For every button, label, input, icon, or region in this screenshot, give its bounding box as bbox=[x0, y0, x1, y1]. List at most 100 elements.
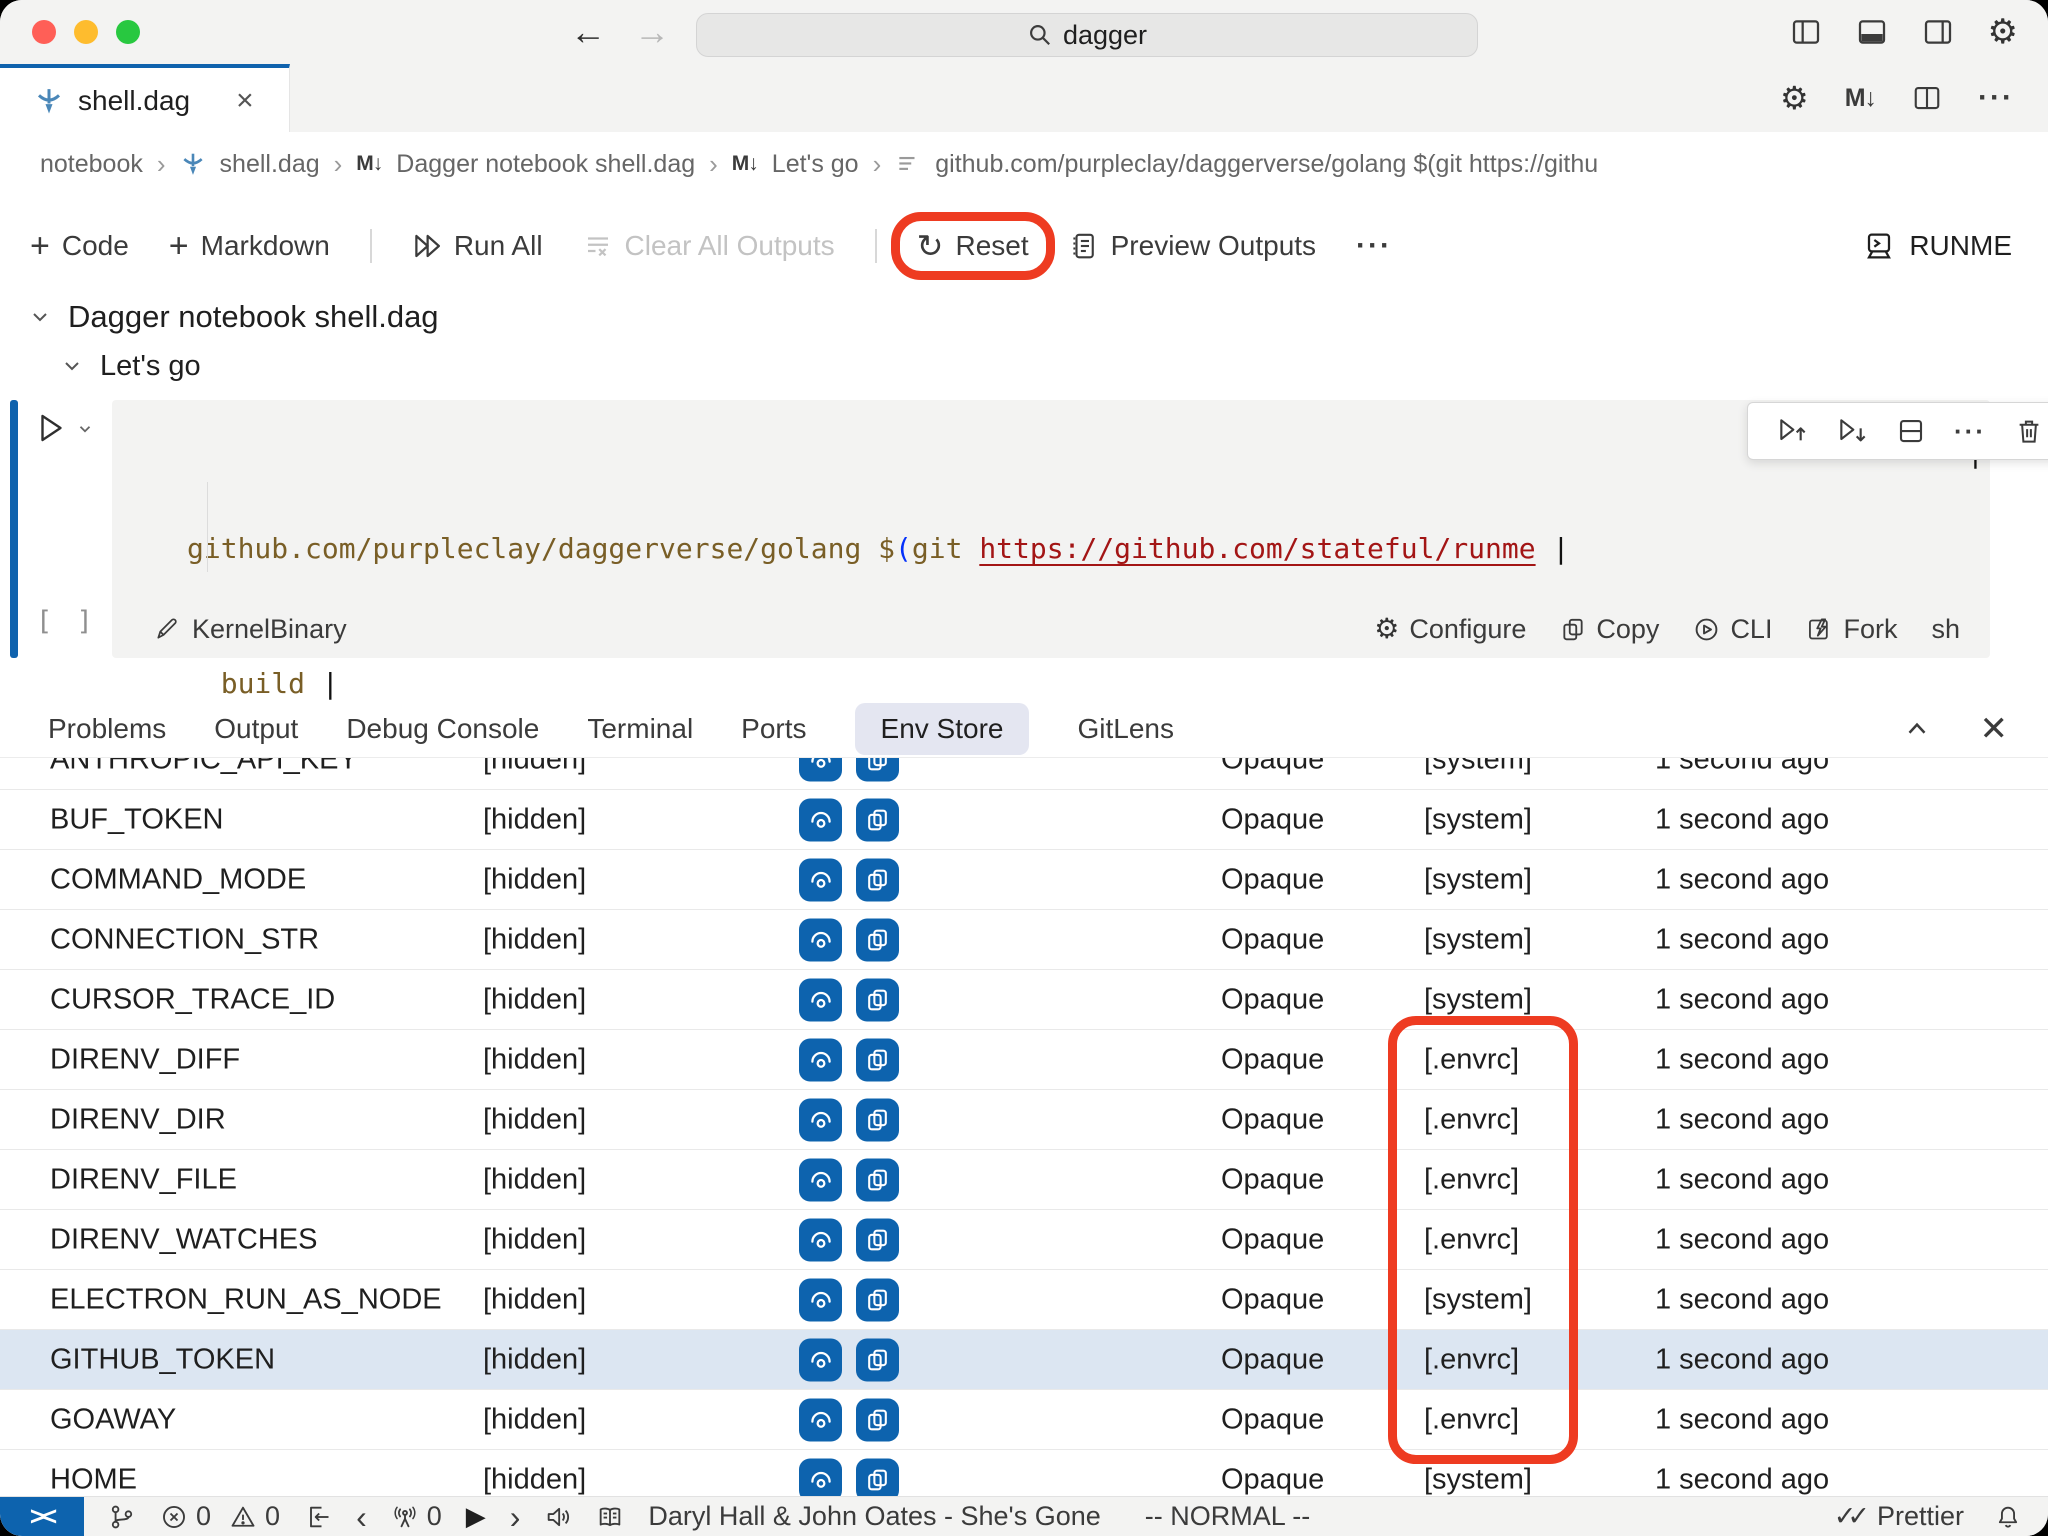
reveal-value-button[interactable] bbox=[799, 758, 842, 781]
table-row[interactable]: ELECTRON_RUN_AS_NODE[hidden]Opaque[syste… bbox=[0, 1270, 2048, 1330]
tab-shell-dag[interactable]: shell.dag × bbox=[0, 64, 290, 133]
copy-value-button[interactable] bbox=[856, 1398, 899, 1441]
notifications-bell-icon[interactable] bbox=[1994, 1503, 2022, 1531]
toggle-panel-icon[interactable] bbox=[1856, 16, 1888, 48]
table-row[interactable]: DIRENV_WATCHES[hidden]Opaque[.envrc]1 se… bbox=[0, 1210, 2048, 1270]
cli-button[interactable]: CLI bbox=[1693, 614, 1772, 645]
notebook-gear-icon[interactable]: ⚙ bbox=[1780, 82, 1809, 114]
reveal-value-button[interactable] bbox=[799, 1218, 842, 1261]
table-row[interactable]: ANTHROPIC_API_KEY[hidden]Opaque[system]1… bbox=[0, 758, 2048, 790]
toggle-sidebar-left-icon[interactable] bbox=[1790, 16, 1822, 48]
reveal-value-button[interactable] bbox=[799, 798, 842, 841]
configure-cell-button[interactable]: ⚙ Configure bbox=[1374, 614, 1526, 645]
table-row[interactable]: CONNECTION_STR[hidden]Opaque[system]1 se… bbox=[0, 910, 2048, 970]
add-code-cell-button[interactable]: + Code bbox=[30, 229, 129, 263]
copy-value-button[interactable] bbox=[856, 798, 899, 841]
table-row[interactable]: COMMAND_MODE[hidden]Opaque[system]1 seco… bbox=[0, 850, 2048, 910]
copy-value-button[interactable] bbox=[856, 1098, 899, 1141]
split-editor-icon[interactable] bbox=[1912, 83, 1942, 113]
command-center-search[interactable]: dagger bbox=[696, 13, 1478, 57]
cell-more-actions-icon[interactable]: ··· bbox=[1954, 416, 1986, 447]
breadcrumb-heading1[interactable]: Dagger notebook shell.dag bbox=[396, 150, 695, 179]
close-panel-icon[interactable]: ✕ bbox=[1974, 711, 2015, 747]
reveal-value-button[interactable] bbox=[799, 1398, 842, 1441]
reveal-value-button[interactable] bbox=[799, 1338, 842, 1381]
fork-button[interactable]: Fork bbox=[1806, 614, 1897, 645]
copy-value-button[interactable] bbox=[856, 1338, 899, 1381]
reveal-value-button[interactable] bbox=[799, 1098, 842, 1141]
tab-debug-console[interactable]: Debug Console bbox=[346, 713, 539, 745]
tab-gitlens[interactable]: GitLens bbox=[1077, 713, 1174, 745]
copy-value-button[interactable] bbox=[856, 758, 899, 781]
copy-value-button[interactable] bbox=[856, 858, 899, 901]
reveal-value-button[interactable] bbox=[799, 1278, 842, 1321]
table-row[interactable]: GOAWAY[hidden]Opaque[.envrc]1 second ago bbox=[0, 1390, 2048, 1450]
copy-value-button[interactable] bbox=[856, 1458, 899, 1496]
breadcrumb-code-cell[interactable]: github.com/purpleclay/daggerverse/golang… bbox=[935, 150, 1598, 179]
remote-indicator[interactable]: >< bbox=[0, 1497, 84, 1536]
copy-value-button[interactable] bbox=[856, 1158, 899, 1201]
clear-all-outputs-button[interactable]: Clear All Outputs bbox=[583, 230, 835, 262]
formatter-status[interactable]: ✓✓ Prettier bbox=[1834, 1501, 1964, 1532]
preview-outputs-button[interactable]: Preview Outputs bbox=[1069, 230, 1316, 262]
collapse-chevron-icon[interactable] bbox=[60, 354, 84, 378]
minimize-window-button[interactable] bbox=[74, 20, 98, 44]
toolbar-more-icon[interactable]: ··· bbox=[1356, 229, 1392, 263]
tab-terminal[interactable]: Terminal bbox=[587, 713, 693, 745]
maximize-panel-icon[interactable] bbox=[1902, 714, 1932, 744]
run-cell-button[interactable] bbox=[32, 410, 94, 446]
history-back-button[interactable]: ← bbox=[570, 14, 606, 50]
execute-below-icon[interactable] bbox=[1836, 415, 1868, 447]
copy-value-button[interactable] bbox=[856, 918, 899, 961]
execute-above-icon[interactable] bbox=[1776, 415, 1808, 447]
table-row[interactable]: DIRENV_FILE[hidden]Opaque[.envrc]1 secon… bbox=[0, 1150, 2048, 1210]
table-row[interactable]: BUF_TOKEN[hidden]Opaque[system]1 second … bbox=[0, 790, 2048, 850]
tab-ports[interactable]: Ports bbox=[741, 713, 806, 745]
reset-button[interactable]: ↻ Reset bbox=[917, 230, 1029, 262]
table-row[interactable]: HOME[hidden]Opaque[system]1 second ago bbox=[0, 1450, 2048, 1496]
history-forward-button[interactable]: → bbox=[634, 14, 670, 50]
now-playing-track[interactable]: Daryl Hall & John Oates - She's Gone bbox=[648, 1501, 1100, 1532]
table-row[interactable]: DIRENV_DIR[hidden]Opaque[.envrc]1 second… bbox=[0, 1090, 2048, 1150]
runme-button[interactable]: RUNME bbox=[1863, 230, 2012, 262]
split-cell-icon[interactable] bbox=[1896, 416, 1926, 446]
close-window-button[interactable] bbox=[32, 20, 56, 44]
zoom-window-button[interactable] bbox=[116, 20, 140, 44]
add-markdown-cell-button[interactable]: + Markdown bbox=[169, 229, 330, 263]
cell-editor[interactable]: github.com/purpleclay/daggerverse/golang… bbox=[112, 400, 1990, 658]
reveal-value-button[interactable] bbox=[799, 1038, 842, 1081]
markdown-preview-icon[interactable]: M↓ bbox=[1845, 84, 1876, 113]
reveal-value-button[interactable] bbox=[799, 918, 842, 961]
copy-value-button[interactable] bbox=[856, 1038, 899, 1081]
previous-cell-icon[interactable]: ‹ bbox=[356, 1501, 367, 1533]
breadcrumb-file[interactable]: shell.dag bbox=[220, 150, 320, 179]
breadcrumb-notebook[interactable]: notebook bbox=[40, 150, 143, 179]
copy-value-button[interactable] bbox=[856, 1218, 899, 1261]
tab-problems[interactable]: Problems bbox=[48, 713, 166, 745]
source-control-icon[interactable] bbox=[108, 1503, 136, 1531]
delete-cell-icon[interactable] bbox=[2014, 416, 2044, 446]
next-cell-icon[interactable]: › bbox=[510, 1501, 521, 1533]
table-row[interactable]: CURSOR_TRACE_ID[hidden]Opaque[system]1 s… bbox=[0, 970, 2048, 1030]
broadcast-status[interactable]: 0 bbox=[391, 1501, 442, 1532]
breadcrumb-heading2[interactable]: Let's go bbox=[772, 150, 859, 179]
run-all-button[interactable]: Run All bbox=[412, 230, 543, 262]
table-row[interactable]: DIRENV_DIFF[hidden]Opaque[.envrc]1 secon… bbox=[0, 1030, 2048, 1090]
reveal-value-button[interactable] bbox=[799, 858, 842, 901]
tab-close-icon[interactable]: × bbox=[230, 83, 260, 119]
reveal-value-button[interactable] bbox=[799, 1458, 842, 1496]
reveal-value-button[interactable] bbox=[799, 978, 842, 1021]
problems-status[interactable]: 0 0 bbox=[160, 1501, 280, 1532]
more-actions-icon[interactable]: ··· bbox=[1978, 81, 2014, 115]
settings-gear-icon[interactable]: ⚙ bbox=[1988, 15, 2018, 49]
copy-value-button[interactable] bbox=[856, 1278, 899, 1321]
copy-value-button[interactable] bbox=[856, 978, 899, 1021]
sign-out-icon[interactable] bbox=[304, 1503, 332, 1531]
toggle-sidebar-right-icon[interactable] bbox=[1922, 16, 1954, 48]
collapse-chevron-icon[interactable] bbox=[28, 305, 52, 329]
reveal-value-button[interactable] bbox=[799, 1158, 842, 1201]
play-icon[interactable]: ▶ bbox=[466, 1501, 486, 1532]
table-row[interactable]: GITHUB_TOKEN[hidden]Opaque[.envrc]1 seco… bbox=[0, 1330, 2048, 1390]
kernel-selector-button[interactable]: KernelBinary bbox=[154, 614, 347, 645]
tab-env-store[interactable]: Env Store bbox=[855, 703, 1030, 755]
